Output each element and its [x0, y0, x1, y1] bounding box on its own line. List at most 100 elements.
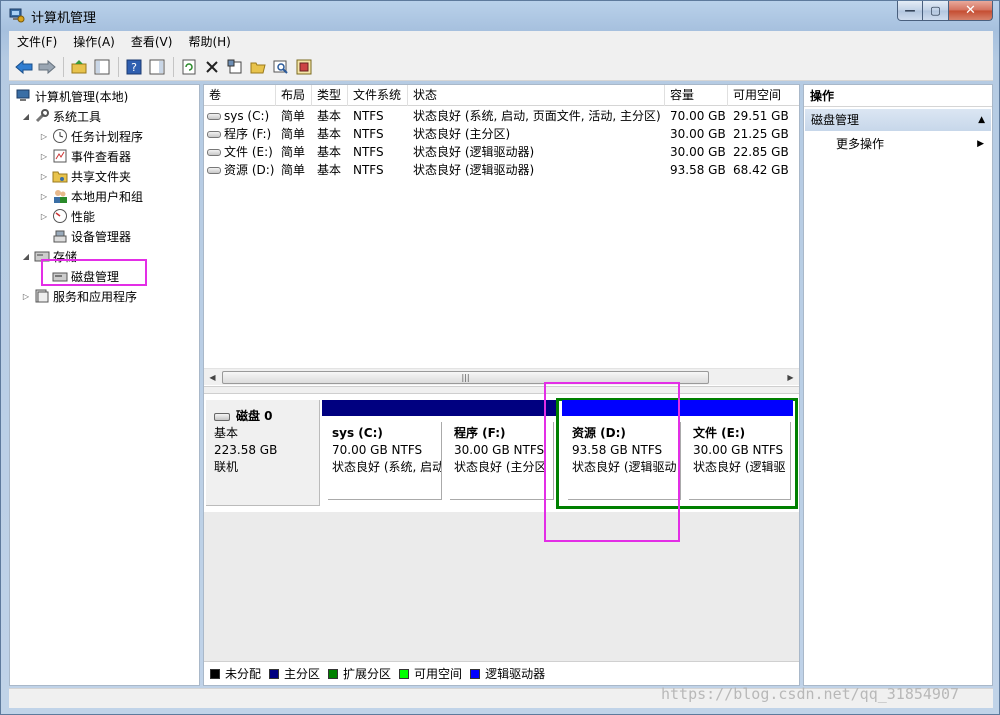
computer-management-window: 计算机管理 — ▢ ✕ 文件(F) 操作(A) 查看(V) 帮助(H) ? 计算… [0, 0, 1000, 715]
collapsed-arrow-icon[interactable]: ▷ [38, 212, 50, 221]
cell-free-space: 22.85 GB [733, 145, 789, 159]
disk-size: 223.58 GB [214, 443, 278, 457]
collapsed-arrow-icon[interactable]: ▷ [38, 172, 50, 181]
window-controls: — ▢ ✕ [897, 1, 993, 21]
tree-root[interactable]: 计算机管理(本地) [14, 86, 128, 106]
partition-c[interactable]: sys (C:) 70.00 GB NTFS 状态良好 (系统, 启动 [322, 400, 444, 506]
show-hide-tree-icon[interactable] [91, 56, 113, 78]
cell-capacity: 30.00 GB [670, 145, 726, 159]
back-arrow-icon[interactable] [13, 56, 35, 78]
cell-type: 基本 [317, 163, 342, 177]
table-row[interactable]: 程序 (F:) 简单 基本 NTFS 状态良好 (主分区) 30.00 GB 2… [204, 125, 799, 143]
collapsed-arrow-icon[interactable]: ▷ [38, 192, 50, 201]
properties-icon[interactable] [224, 56, 246, 78]
partition-body: 程序 (F:) 30.00 GB NTFS 状态良好 (主分区 [450, 422, 554, 500]
partition-f[interactable]: 程序 (F:) 30.00 GB NTFS 状态良好 (主分区 [444, 400, 556, 506]
event-viewer-icon [53, 149, 67, 163]
delete-icon[interactable] [201, 56, 223, 78]
cell-volume: 文件 (E:) [224, 145, 273, 159]
tree-label: 本地用户和组 [71, 189, 144, 204]
tree-label: 系统工具 [53, 109, 102, 124]
open-folder-icon[interactable] [247, 56, 269, 78]
up-folder-icon[interactable] [68, 56, 90, 78]
legend-swatch [328, 668, 339, 679]
tree-item-services[interactable]: ▷ 服务和应用程序 [20, 286, 137, 306]
tree-item-event-viewer[interactable]: ▷ 事件查看器 [38, 146, 131, 166]
tree-item-device-manager[interactable]: 设备管理器 [50, 226, 131, 246]
search-disk-icon[interactable] [270, 56, 292, 78]
cell-filesystem: NTFS [353, 109, 384, 123]
cell-layout: 简单 [281, 127, 306, 141]
tree-item-shared-folders[interactable]: ▷ 共享文件夹 [38, 166, 131, 186]
maximize-button[interactable]: ▢ [923, 1, 949, 21]
partition-status: 状态良好 (逻辑驱 [693, 460, 786, 474]
legend-swatch [269, 668, 280, 679]
table-row[interactable]: 文件 (E:) 简单 基本 NTFS 状态良好 (逻辑驱动器) 30.00 GB… [204, 143, 799, 161]
tree-item-performance[interactable]: ▷ 性能 [38, 206, 95, 226]
menu-help[interactable]: 帮助(H) [180, 31, 238, 53]
partition-bar [444, 400, 556, 416]
partition-title: sys (C:) [332, 426, 383, 440]
cell-free-space: 68.42 GB [733, 163, 789, 177]
horizontal-scrollbar[interactable]: ◀ ||| ▶ [204, 368, 799, 385]
legend: 未分配 主分区 扩展分区 可用空间 逻辑驱动器 [204, 661, 799, 685]
expanded-arrow-icon[interactable]: ◢ [20, 252, 32, 261]
tree-root-label: 计算机管理(本地) [35, 89, 129, 104]
collapse-arrow-icon[interactable]: ▲ [978, 109, 985, 131]
column-header-volume[interactable]: 卷 [204, 85, 276, 106]
tree-item-local-users[interactable]: ▷ 本地用户和组 [38, 186, 143, 206]
title-bar[interactable]: 计算机管理 — ▢ ✕ [1, 1, 999, 29]
menu-action[interactable]: 操作(A) [65, 31, 123, 53]
actions-pane: 操作 磁盘管理 ▲ 更多操作 ▶ [803, 84, 993, 686]
actions-section-disk-management[interactable]: 磁盘管理 ▲ [805, 109, 991, 131]
forward-arrow-icon[interactable] [36, 56, 58, 78]
column-header-layout[interactable]: 布局 [276, 85, 312, 106]
legend-item-extended: 扩展分区 [328, 665, 391, 682]
more-actions-item[interactable]: 更多操作 ▶ [836, 134, 992, 154]
scroll-left-arrow-icon[interactable]: ◀ [204, 369, 221, 386]
tree-item-task-scheduler[interactable]: ▷ 任务计划程序 [38, 126, 143, 146]
computer-management-icon [9, 8, 25, 23]
section-label: 磁盘管理 [811, 113, 860, 127]
drive-icon [207, 167, 221, 174]
column-header-filesystem[interactable]: 文件系统 [348, 85, 408, 106]
tree-label: 服务和应用程序 [53, 289, 138, 304]
collapsed-arrow-icon[interactable]: ▷ [38, 152, 50, 161]
show-hide-action-pane-icon[interactable] [146, 56, 168, 78]
tree-item-system-tools[interactable]: ◢ 系统工具 [20, 106, 101, 126]
refresh-icon[interactable] [178, 56, 200, 78]
partition-e[interactable]: 文件 (E:) 30.00 GB NTFS 状态良好 (逻辑驱 [683, 400, 793, 506]
cell-type: 基本 [317, 109, 342, 123]
legend-swatch [399, 668, 410, 679]
legend-label: 主分区 [284, 667, 321, 681]
help-icon[interactable]: ? [123, 56, 145, 78]
pane-splitter[interactable] [204, 386, 799, 394]
minimize-button[interactable]: — [897, 1, 923, 21]
menu-view[interactable]: 查看(V) [123, 31, 181, 53]
settings-icon[interactable] [293, 56, 315, 78]
collapsed-arrow-icon[interactable]: ▷ [20, 292, 32, 301]
toolbar-separator [173, 56, 174, 77]
table-row[interactable]: 资源 (D:) 简单 基本 NTFS 状态良好 (逻辑驱动器) 93.58 GB… [204, 161, 799, 179]
window-title: 计算机管理 [31, 11, 97, 26]
expanded-arrow-icon[interactable]: ◢ [20, 112, 32, 121]
cell-volume: sys (C:) [224, 109, 270, 123]
legend-item-unallocated: 未分配 [210, 665, 261, 682]
partition-bar [683, 400, 793, 416]
scroll-right-arrow-icon[interactable]: ▶ [782, 369, 799, 386]
menu-file[interactable]: 文件(F) [9, 31, 65, 53]
column-header-capacity[interactable]: 容量 [665, 85, 728, 106]
cell-free-space: 29.51 GB [733, 109, 789, 123]
disk-0-label[interactable]: 磁盘 0 基本 223.58 GB 联机 [206, 400, 320, 506]
annotation-highlight-partition [544, 382, 680, 542]
computer-management-icon [16, 89, 30, 101]
collapsed-arrow-icon[interactable]: ▷ [38, 132, 50, 141]
table-row[interactable]: sys (C:) 简单 基本 NTFS 状态良好 (系统, 启动, 页面文件, … [204, 107, 799, 125]
cell-volume: 资源 (D:) [224, 163, 275, 177]
cell-capacity: 30.00 GB [670, 127, 726, 141]
cell-filesystem: NTFS [353, 127, 384, 141]
column-header-status[interactable]: 状态 [408, 85, 665, 106]
column-header-free-space[interactable]: 可用空间 [728, 85, 799, 106]
close-button[interactable]: ✕ [949, 1, 993, 21]
column-header-type[interactable]: 类型 [312, 85, 348, 106]
